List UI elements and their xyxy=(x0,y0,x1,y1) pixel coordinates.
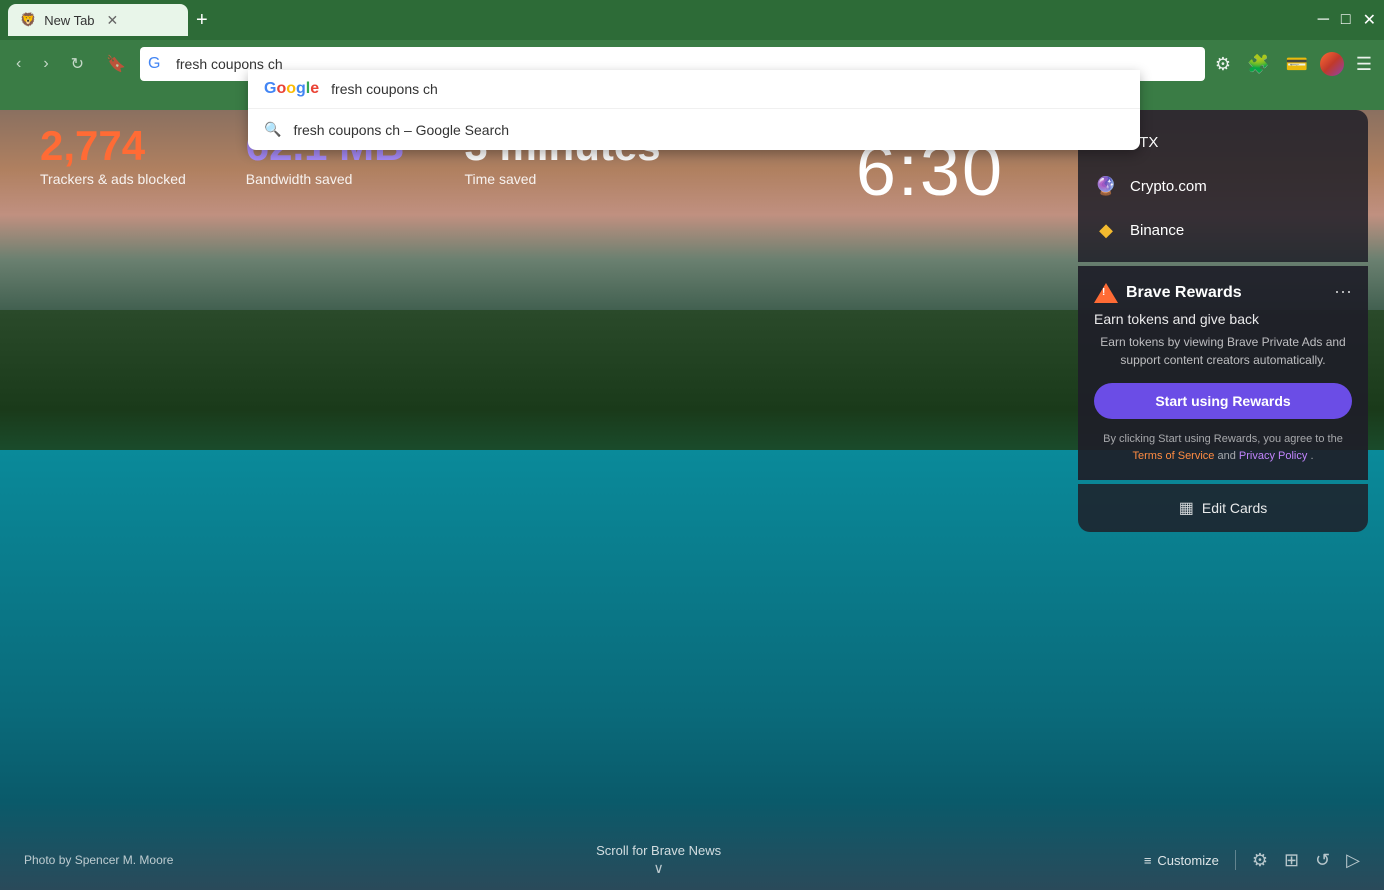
rewards-footer-text: By clicking Start using Rewards, you agr… xyxy=(1103,433,1343,445)
close-button[interactable]: ✕ xyxy=(1363,10,1376,30)
trackers-stat: 2,774 Trackers & ads blocked xyxy=(40,125,186,187)
settings-icon[interactable]: ⚙ xyxy=(1211,50,1235,79)
reload-button[interactable]: ↻ xyxy=(63,50,92,78)
rewards-subtitle: Earn tokens and give back xyxy=(1094,311,1352,327)
rewards-menu-button[interactable]: ⋯ xyxy=(1334,282,1352,303)
rewards-header: Brave Rewards ⋯ xyxy=(1094,282,1352,303)
active-tab[interactable]: 🦁 New Tab ✕ xyxy=(8,4,188,36)
tab-close-button[interactable]: ✕ xyxy=(107,12,119,29)
bottom-divider xyxy=(1235,850,1236,870)
bottom-bar: Photo by Spencer M. Moore Scroll for Bra… xyxy=(0,830,1384,890)
search-input-text: fresh coupons ch xyxy=(331,81,438,97)
terms-of-service-link[interactable]: Terms of Service xyxy=(1133,450,1215,462)
search-magnifier-icon: 🔍 xyxy=(264,121,281,138)
photo-credit: Photo by Spencer M. Moore xyxy=(24,853,173,867)
rewards-title: Brave Rewards xyxy=(1126,284,1242,302)
back-button[interactable]: ‹ xyxy=(8,51,29,77)
binance-name: Binance xyxy=(1130,222,1184,239)
google-logo: Google xyxy=(264,80,319,98)
tab-favicon: 🦁 xyxy=(20,12,36,28)
bookmark-bottom-icon[interactable]: ⊞ xyxy=(1284,850,1299,871)
binance-link[interactable]: ◆ Binance xyxy=(1094,210,1352,250)
bottom-right: ≡ Customize ⚙ ⊞ ↺ ▷ xyxy=(1144,850,1360,871)
history-bottom-icon[interactable]: ↺ xyxy=(1315,850,1330,871)
customize-icon: ≡ xyxy=(1144,853,1152,868)
crypto-com-logo: 🔮 xyxy=(1094,174,1118,198)
search-dropdown: Google fresh coupons ch 🔍 fresh coupons … xyxy=(248,70,1140,150)
brave-rewards-card: Brave Rewards ⋯ Earn tokens and give bac… xyxy=(1078,266,1368,480)
start-rewards-button[interactable]: Start using Rewards xyxy=(1094,383,1352,419)
google-icon: G xyxy=(148,55,160,73)
dropdown-header: Google fresh coupons ch xyxy=(248,70,1140,109)
edit-cards-icon: ▦ xyxy=(1179,498,1194,518)
trackers-count: 2,774 xyxy=(40,125,186,167)
customize-label: Customize xyxy=(1157,853,1218,868)
new-tab-button[interactable]: + xyxy=(196,10,208,30)
customize-button[interactable]: ≡ Customize xyxy=(1144,853,1219,868)
menu-icon[interactable]: ☰ xyxy=(1352,50,1376,79)
suggestion-text: fresh coupons ch – Google Search xyxy=(293,122,509,138)
bookmark-button[interactable]: 🔖 xyxy=(98,50,134,78)
brave-profile-icon[interactable] xyxy=(1320,52,1344,76)
crypto-com-link[interactable]: 🔮 Crypto.com xyxy=(1094,166,1352,206)
brave-rewards-icon xyxy=(1094,283,1118,303)
rewards-period: . xyxy=(1310,450,1313,462)
time-label: Time saved xyxy=(465,171,661,187)
edit-cards-label: Edit Cards xyxy=(1202,500,1267,516)
minimize-button[interactable]: ─ xyxy=(1318,11,1329,29)
settings-bottom-icon[interactable]: ⚙ xyxy=(1252,850,1268,871)
scroll-arrow-icon: ∨ xyxy=(653,860,663,877)
crypto-com-name: Crypto.com xyxy=(1130,178,1207,195)
rewards-title-row: Brave Rewards xyxy=(1094,283,1242,303)
title-bar: 🦁 New Tab ✕ + ─ □ ✕ xyxy=(0,0,1384,40)
toolbar-right: ⚙ 🧩 💳 ☰ xyxy=(1211,50,1376,79)
maximize-button[interactable]: □ xyxy=(1341,11,1351,29)
extensions-icon[interactable]: 🧩 xyxy=(1243,50,1273,79)
privacy-policy-link[interactable]: Privacy Policy xyxy=(1239,450,1307,462)
camera-bottom-icon[interactable]: ▷ xyxy=(1346,850,1360,871)
wallet-icon[interactable]: 💳 xyxy=(1281,50,1311,79)
window-controls: ─ □ ✕ xyxy=(1318,10,1376,30)
forward-button[interactable]: › xyxy=(35,51,56,77)
trackers-label: Trackers & ads blocked xyxy=(40,171,186,187)
scroll-text: Scroll for Brave News xyxy=(596,843,721,858)
tab-title: New Tab xyxy=(44,13,94,28)
search-suggestion[interactable]: 🔍 fresh coupons ch – Google Search xyxy=(248,109,1140,150)
binance-logo: ◆ xyxy=(1094,218,1118,242)
rewards-description: Earn tokens by viewing Brave Private Ads… xyxy=(1094,333,1352,369)
right-panel: FTX FTX 🔮 Crypto.com ◆ Binance Brave Rew… xyxy=(1078,110,1368,532)
scroll-for-news[interactable]: Scroll for Brave News ∨ xyxy=(596,843,721,877)
edit-cards-button[interactable]: ▦ Edit Cards xyxy=(1078,484,1368,532)
rewards-footer: By clicking Start using Rewards, you agr… xyxy=(1094,431,1352,464)
rewards-and-text: and xyxy=(1217,450,1238,462)
bandwidth-label: Bandwidth saved xyxy=(246,171,405,187)
